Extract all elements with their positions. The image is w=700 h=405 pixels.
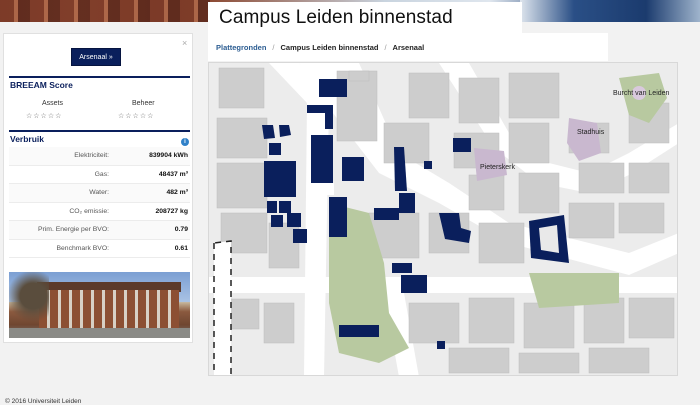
breadcrumb-campus[interactable]: Campus Leiden binnenstad bbox=[281, 43, 379, 52]
usage-row-water: Water: 482 m³ bbox=[9, 184, 190, 203]
usage-row-benchmark: Benchmark BVO: 0.61 bbox=[9, 240, 190, 258]
map-label-stadhuis[interactable]: Stadhuis bbox=[577, 129, 605, 136]
breadcrumb-plattegronden[interactable]: Plattegronden bbox=[216, 43, 266, 52]
breeam-beheer-label: Beheer bbox=[132, 100, 155, 107]
usage-table: Elektriciteit: 839904 kWh Gas: 48437 m³ … bbox=[9, 147, 190, 258]
close-icon[interactable]: × bbox=[182, 38, 187, 48]
hero-image-left bbox=[0, 0, 210, 22]
usage-row-primary-energy: Prim. Energie per BVO: 0.79 bbox=[9, 221, 190, 240]
breadcrumb: Plattegronden / Campus Leiden binnenstad… bbox=[208, 33, 608, 61]
usage-value: 839904 kWh bbox=[149, 152, 188, 160]
map-label-pieterskerk[interactable]: Pieterskerk bbox=[480, 164, 516, 171]
usage-label: CO₂ emissie: bbox=[69, 207, 109, 215]
info-icon[interactable]: i bbox=[181, 138, 189, 146]
divider bbox=[9, 130, 190, 132]
usage-label: Gas: bbox=[94, 170, 109, 178]
usage-label: Elektriciteit: bbox=[74, 152, 109, 160]
campus-map[interactable]: Burcht van Leiden Stadhuis Pieterskerk bbox=[208, 62, 678, 376]
building-photo bbox=[9, 272, 190, 338]
footer-copyright: © 2016 Universiteit Leiden bbox=[5, 398, 82, 405]
usage-value: 0.61 bbox=[174, 244, 188, 252]
usage-value: 482 m³ bbox=[166, 189, 188, 197]
usage-label: Benchmark BVO: bbox=[56, 244, 109, 252]
map-svg[interactable]: Burcht van Leiden Stadhuis Pieterskerk bbox=[209, 63, 678, 376]
usage-row-gas: Gas: 48437 m³ bbox=[9, 166, 190, 184]
breeam-heading: BREEAM Score bbox=[10, 80, 73, 90]
map-label-burcht[interactable]: Burcht van Leiden bbox=[613, 90, 670, 97]
usage-label: Prim. Energie per BVO: bbox=[37, 226, 109, 234]
building-button[interactable]: Arsenaal » bbox=[71, 48, 121, 66]
breeam-assets-label: Assets bbox=[42, 100, 64, 107]
usage-value: 0.79 bbox=[174, 226, 188, 234]
usage-row-electricity: Elektriciteit: 839904 kWh bbox=[9, 147, 190, 166]
usage-value: 48437 m³ bbox=[158, 170, 188, 178]
usage-value: 208727 kg bbox=[155, 207, 188, 215]
hero-image-right bbox=[520, 0, 700, 22]
divider bbox=[9, 76, 190, 78]
breadcrumb-arsenaal: Arsenaal bbox=[392, 42, 425, 52]
breeam-assets-stars: ☆☆☆☆☆ bbox=[26, 113, 63, 120]
breadcrumb-separator: / bbox=[272, 42, 275, 52]
usage-label: Water: bbox=[89, 189, 109, 197]
page-title: Campus Leiden binnenstad bbox=[219, 7, 453, 28]
breeam-beheer-stars: ☆☆☆☆☆ bbox=[118, 113, 155, 120]
building-info-panel: × Arsenaal » BREEAM Score Assets ☆☆☆☆☆ B… bbox=[3, 33, 193, 343]
usage-heading: Verbruik bbox=[10, 134, 45, 144]
usage-row-co2: CO₂ emissie: 208727 kg bbox=[9, 203, 190, 221]
breadcrumb-separator: / bbox=[384, 42, 387, 52]
